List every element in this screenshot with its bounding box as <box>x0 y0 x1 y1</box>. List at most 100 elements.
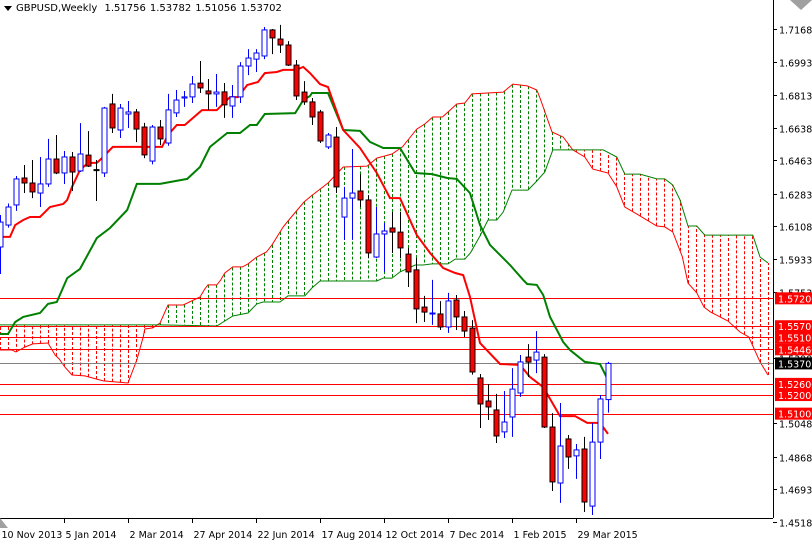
candle-body <box>589 441 596 507</box>
candle-body <box>213 91 220 95</box>
bullish-candle <box>61 151 68 184</box>
candle-body <box>405 253 412 273</box>
bearish-candle <box>565 435 572 469</box>
candle-body <box>285 44 292 66</box>
bearish-candle <box>413 257 420 324</box>
bearish-candle <box>141 122 148 159</box>
candle-body <box>317 111 324 142</box>
bullish-candle <box>509 368 516 437</box>
price-tick-label: 1.48680 <box>779 454 812 465</box>
ohlc-close: 1.53702 <box>240 3 282 14</box>
date-tick-label: 1 Feb 2015 <box>514 530 567 541</box>
bullish-candle <box>37 156 44 208</box>
bearish-candle <box>477 374 484 428</box>
candle-body <box>45 158 52 185</box>
bullish-candle <box>349 148 356 240</box>
date-tick-label: 10 Nov 2013 <box>2 530 63 541</box>
candle-body <box>325 134 332 148</box>
date-tick-label: 27 Apr 2014 <box>194 530 253 541</box>
bullish-candle <box>245 49 252 76</box>
candle-body <box>541 356 548 428</box>
bearish-candle <box>277 24 284 53</box>
date-tick-label: 17 Aug 2014 <box>322 530 383 541</box>
candle-body <box>581 448 588 503</box>
candle-body <box>605 362 612 401</box>
candle-body <box>301 91 308 103</box>
candle-body <box>533 351 540 361</box>
bearish-candle <box>221 82 228 118</box>
candle-body <box>389 227 396 233</box>
candle-body <box>501 421 508 433</box>
bullish-candle <box>229 84 236 118</box>
bullish-candle <box>557 403 564 503</box>
candle-body <box>477 377 484 405</box>
bearish-candle <box>301 81 308 105</box>
price-tick-label: 1.46930 <box>779 486 812 497</box>
candle-body <box>485 400 492 408</box>
candle-body <box>597 398 604 443</box>
bullish-candle <box>429 279 436 325</box>
price-tick-label: 1.50480 <box>779 420 812 431</box>
candle-body <box>133 111 140 130</box>
candle-body <box>429 312 436 315</box>
candle-body <box>237 65 244 98</box>
candle-body <box>21 177 28 184</box>
candle-body <box>413 269 420 310</box>
bullish-candle <box>325 132 332 149</box>
price-chart[interactable]: 1.71680 1.69930 1.68130 1.66380 1.64630 1.628… <box>0 0 812 544</box>
candle-body <box>557 445 564 484</box>
bullish-candle <box>45 138 52 187</box>
bullish-candle <box>261 26 268 60</box>
candle-body <box>493 409 500 437</box>
candle-body <box>149 126 156 162</box>
candle-body <box>141 126 148 156</box>
bearish-candle <box>437 301 444 330</box>
date-tick-label: 2 Mar 2014 <box>130 530 184 541</box>
horizontal-levels <box>0 298 773 415</box>
candle-body <box>37 183 44 194</box>
price-tick-label: 1.64630 <box>779 157 812 168</box>
chart-header: GBPUSD,Weekly 1.51756 1.53782 1.51056 1.537… <box>4 3 286 14</box>
kijun-sen-line <box>0 92 609 381</box>
bearish-candle <box>157 119 164 146</box>
price-tick-label: 1.45180 <box>779 519 812 530</box>
bullish-candle <box>125 100 132 128</box>
bullish-candle <box>381 222 388 272</box>
bearish-candle <box>397 212 404 258</box>
bearish-candle <box>69 151 76 192</box>
level-price-label: 1.55100 <box>778 333 812 344</box>
bullish-candle <box>189 76 196 104</box>
bearish-candle <box>197 60 204 93</box>
candle-body <box>253 52 260 60</box>
bearish-candle <box>29 159 36 199</box>
bullish-candle <box>373 207 380 258</box>
bullish-candle <box>101 106 108 178</box>
bearish-candle <box>309 98 316 125</box>
candle-body <box>565 438 572 458</box>
bearish-candle <box>21 164 28 194</box>
bearish-candle <box>469 320 476 375</box>
candle-body <box>229 96 236 107</box>
candle-body <box>421 306 428 313</box>
candle-body <box>573 449 580 457</box>
bearish-candle <box>205 79 212 110</box>
candle-body <box>181 96 188 99</box>
bearish-candle <box>405 247 412 287</box>
bearish-candle <box>549 413 556 492</box>
price-tick-label: 1.61080 <box>779 223 812 234</box>
bullish-candle <box>589 422 596 516</box>
bearish-candle <box>453 294 460 330</box>
candle-body <box>293 64 300 97</box>
candle-body <box>29 182 36 193</box>
bullish-candle <box>5 203 12 228</box>
bearish-candle <box>493 393 500 444</box>
date-tick-label: 22 Jun 2014 <box>258 530 315 541</box>
current-price-label: 1.53702 <box>778 359 812 370</box>
bullish-candle <box>237 62 244 104</box>
bearish-candle <box>133 108 140 143</box>
bullish-candle <box>341 186 348 240</box>
candle-body <box>101 107 108 174</box>
candle-body <box>53 158 60 174</box>
collapse-triangle-icon[interactable] <box>4 5 12 11</box>
bearish-candle <box>85 131 92 168</box>
